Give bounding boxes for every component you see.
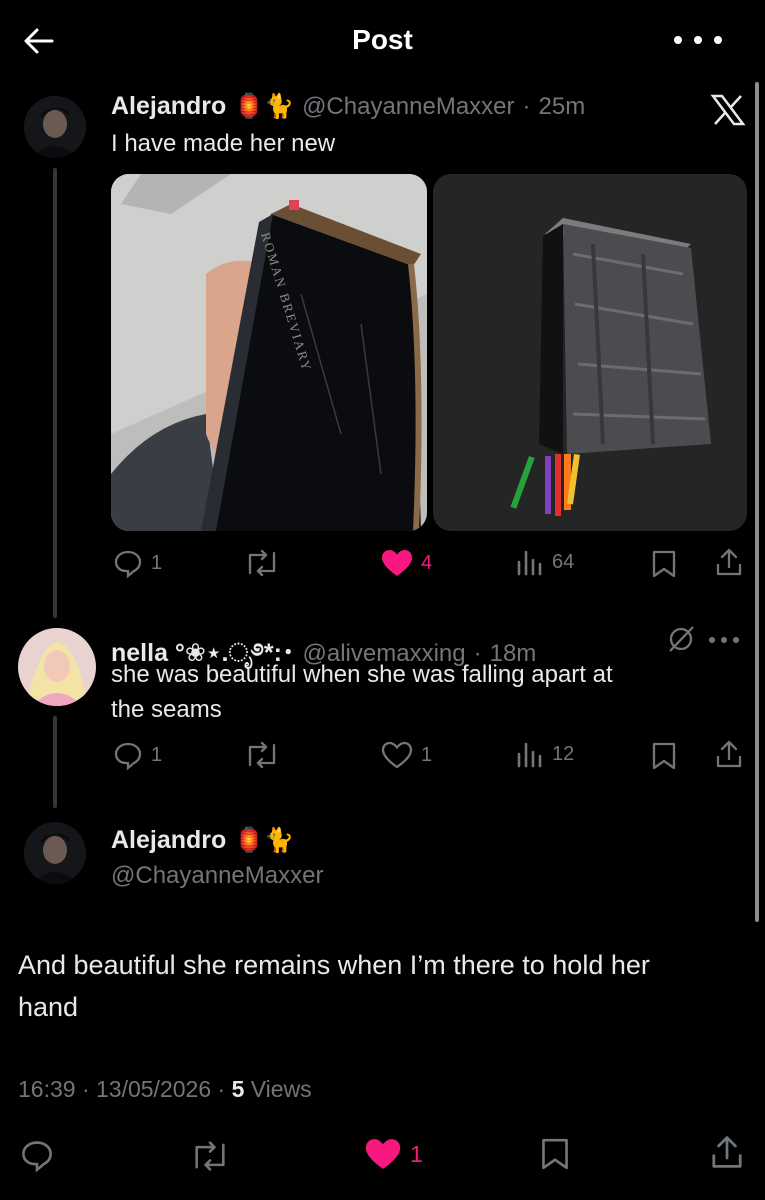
- thread-line: [53, 716, 57, 808]
- post-time[interactable]: 25m: [539, 93, 586, 121]
- views-icon: [517, 550, 542, 576]
- post-metadata: 16:39 · 13/05/2026 · 5 Views: [18, 1076, 312, 1103]
- post-text-line: she was beautiful when she was falling a…: [111, 661, 613, 688]
- thread-line: [53, 168, 57, 618]
- repost-icon: [248, 549, 276, 577]
- views-icon: [517, 742, 542, 768]
- views-button[interactable]: 12: [516, 740, 574, 768]
- author-name[interactable]: Alejandro: [111, 826, 226, 855]
- like-button[interactable]: 1: [364, 1138, 423, 1170]
- main-post-header: Alejandro 🏮🐈: [111, 826, 294, 855]
- like-count: 1: [410, 1140, 423, 1167]
- repost-button[interactable]: [244, 549, 280, 577]
- post-text: she was beautiful when she was falling a…: [111, 657, 613, 727]
- views-count: 12: [552, 742, 575, 765]
- bookmark-icon[interactable]: [651, 550, 677, 583]
- reply-button[interactable]: 1: [113, 740, 162, 770]
- bookmark-icon[interactable]: [540, 1137, 570, 1176]
- avatar[interactable]: [18, 628, 96, 706]
- share-icon[interactable]: [710, 1134, 744, 1175]
- post-text: I have made her new: [111, 130, 336, 157]
- author-handle[interactable]: @ChayanneMaxxer: [111, 862, 323, 890]
- author-name[interactable]: Alejandro: [111, 92, 226, 121]
- post-timestamp[interactable]: 16:39 · 13/05/2026 ·: [18, 1076, 232, 1102]
- like-count: 1: [421, 743, 433, 766]
- views-label: Views: [244, 1076, 312, 1102]
- views-count: 64: [552, 550, 575, 573]
- avatar[interactable]: [24, 822, 86, 884]
- reply-icon: [114, 550, 142, 578]
- more-options-icon[interactable]: [704, 630, 744, 655]
- share-icon[interactable]: [715, 739, 743, 774]
- repost-icon: [248, 741, 276, 769]
- share-icon[interactable]: [715, 547, 743, 582]
- bookmark-icon[interactable]: [651, 742, 677, 775]
- scrollbar[interactable]: [755, 82, 759, 922]
- post-text-line: the seams: [111, 696, 222, 723]
- name-emojis: 🏮🐈: [234, 93, 295, 120]
- reply-count: 1: [151, 551, 163, 574]
- like-button[interactable]: 1: [381, 741, 432, 769]
- author-handle[interactable]: @ChayanneMaxxer: [302, 93, 514, 121]
- reply-button[interactable]: 1: [113, 548, 162, 578]
- heart-outline-icon: [381, 741, 413, 769]
- repost-icon[interactable]: [190, 1140, 230, 1177]
- page-title: Post: [352, 24, 413, 55]
- like-button[interactable]: 4: [381, 549, 432, 577]
- reply-count: 1: [151, 743, 163, 766]
- grok-icon[interactable]: [666, 624, 696, 659]
- reply-icon: [114, 742, 142, 770]
- heart-filled-icon: [382, 550, 412, 576]
- tweet1-header: Alejandro 🏮🐈 @ChayanneMaxxer · 25m: [111, 92, 585, 121]
- media-image-after[interactable]: [433, 174, 747, 531]
- name-emojis: 🏮🐈: [234, 827, 295, 854]
- avatar[interactable]: [24, 96, 86, 158]
- post-text-line: hand: [18, 992, 79, 1022]
- more-options-icon[interactable]: [666, 28, 730, 52]
- post-text-line: And beautiful she remains when I’m there…: [18, 950, 650, 980]
- separator: ·: [522, 93, 531, 120]
- views-count: 5: [231, 1076, 245, 1102]
- repost-button[interactable]: [244, 741, 280, 769]
- heart-filled-icon: [365, 1139, 401, 1169]
- main-post-text: And beautiful she remains when I’m there…: [18, 944, 748, 1028]
- reply-icon[interactable]: [20, 1138, 54, 1177]
- x-logo-icon: [710, 94, 746, 131]
- views-button[interactable]: 64: [516, 548, 574, 576]
- like-count: 4: [421, 551, 433, 574]
- media-image-before[interactable]: ROMAN BREVIARY: [111, 174, 427, 531]
